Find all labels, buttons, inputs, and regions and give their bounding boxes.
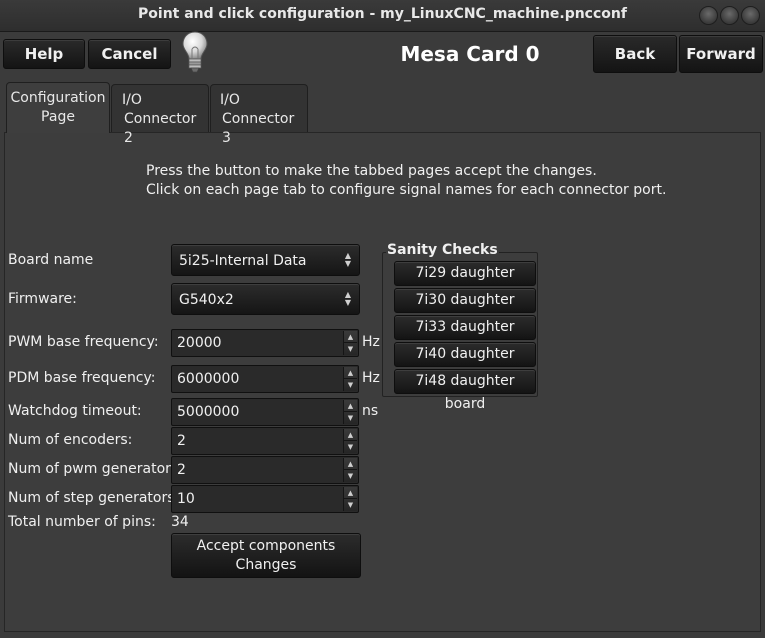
watchdog-timeout-label: Watchdog timeout: (8, 403, 142, 419)
pwm-frequency-spinner[interactable]: 20000 ▲ ▼ (171, 329, 359, 357)
spinner-buttons: ▲ ▼ (343, 367, 357, 391)
pwm-frequency-label: PWM base frequency: (8, 334, 159, 350)
watchdog-timeout-spinner[interactable]: 5000000 ▲ ▼ (171, 398, 359, 426)
sanity-7i48-button[interactable]: 7i48 daughter board (394, 369, 536, 412)
minimize-button[interactable] (699, 6, 718, 25)
step-generators-spinner[interactable]: 10 ▲ ▼ (171, 485, 359, 513)
accept-label-line1: Accept components (196, 538, 336, 554)
close-button[interactable] (741, 6, 760, 25)
firmware-value: G540x2 (179, 292, 234, 308)
tab-io-connector-3[interactable]: I/O Connector 3 (210, 84, 308, 146)
pwm-generators-label: Num of pwm generators: (8, 461, 183, 477)
watchdog-timeout-value: 5000000 (177, 404, 240, 420)
back-button[interactable]: Back (593, 35, 677, 73)
tab-label-line2: Connector 3 (222, 111, 295, 146)
increment-icon[interactable]: ▲ (344, 331, 357, 343)
pwm-generators-value: 2 (177, 462, 186, 478)
spinner-buttons: ▲ ▼ (343, 331, 357, 355)
sanity-7i33-button[interactable]: 7i33 daughter board (394, 315, 536, 358)
encoders-value: 2 (177, 433, 186, 449)
encoders-spinner[interactable]: 2 ▲ ▼ (171, 427, 359, 455)
combo-arrows-icon: ▲ ▼ (344, 251, 351, 268)
step-generators-value: 10 (177, 491, 195, 507)
cancel-button[interactable]: Cancel (88, 39, 171, 69)
maximize-button[interactable] (720, 6, 739, 25)
tab-io-connector-2[interactable]: I/O Connector 2 (111, 84, 209, 146)
decrement-icon[interactable]: ▼ (344, 499, 357, 511)
tab-configuration-page[interactable]: Configuration Page (6, 82, 110, 133)
tab-label-line1: I/O (122, 92, 142, 108)
sanity-checks-title: Sanity Checks (386, 242, 499, 258)
spinner-buttons: ▲ ▼ (343, 458, 357, 482)
page-heading: Mesa Card 0 (400, 42, 540, 66)
firmware-combo[interactable]: G540x2 ▲ ▼ (171, 283, 360, 315)
board-name-label: Board name (8, 252, 94, 268)
pwm-generators-spinner[interactable]: 2 ▲ ▼ (171, 456, 359, 484)
decrement-icon[interactable]: ▼ (344, 441, 357, 453)
instructions-text: Press the button to make the tabbed page… (146, 162, 666, 200)
help-button[interactable]: Help (3, 39, 85, 69)
spinner-buttons: ▲ ▼ (343, 487, 357, 511)
pwm-frequency-value: 20000 (177, 335, 222, 351)
total-pins-value: 34 (171, 514, 189, 530)
sanity-7i29-button[interactable]: 7i29 daughter board (394, 261, 536, 304)
board-name-combo[interactable]: 5i25-Internal Data ▲ ▼ (171, 244, 360, 276)
combo-arrows-icon: ▲ ▼ (344, 290, 351, 307)
instructions-line1: Press the button to make the tabbed page… (146, 163, 597, 179)
tab-label-line2: Connector 2 (124, 111, 197, 146)
window-title: Point and click configuration - my_Linux… (138, 6, 627, 22)
increment-icon[interactable]: ▲ (344, 429, 357, 441)
pdm-frequency-value: 6000000 (177, 371, 240, 387)
firmware-label: Firmware: (8, 291, 77, 307)
sanity-7i30-button[interactable]: 7i30 daughter board (394, 288, 536, 331)
accept-changes-button[interactable]: Accept components Changes (171, 533, 361, 578)
accept-label-line2: Changes (235, 557, 297, 573)
decrement-icon[interactable]: ▼ (344, 343, 357, 355)
pwm-frequency-unit: Hz (362, 334, 380, 350)
pdm-frequency-spinner[interactable]: 6000000 ▲ ▼ (171, 365, 359, 393)
total-pins-label: Total number of pins: (8, 514, 156, 530)
spinner-buttons: ▲ ▼ (343, 429, 357, 453)
pdm-frequency-unit: Hz (362, 370, 380, 386)
increment-icon[interactable]: ▲ (344, 487, 357, 499)
increment-icon[interactable]: ▲ (344, 400, 357, 412)
step-generators-label: Num of step generators: (8, 490, 180, 506)
lightbulb-icon[interactable] (180, 29, 210, 75)
encoders-label: Num of encoders: (8, 432, 133, 448)
instructions-line2: Click on each page tab to configure sign… (146, 182, 667, 198)
decrement-icon[interactable]: ▼ (344, 470, 357, 482)
watchdog-timeout-unit: ns (362, 403, 379, 419)
decrement-icon[interactable]: ▼ (344, 412, 357, 424)
increment-icon[interactable]: ▲ (344, 458, 357, 470)
pdm-frequency-label: PDM base frequency: (8, 370, 156, 386)
window-titlebar: Point and click configuration - my_Linux… (0, 0, 765, 32)
forward-button[interactable]: Forward (679, 35, 763, 73)
sanity-7i40-button[interactable]: 7i40 daughter board (394, 342, 536, 385)
tab-label-line1: I/O (220, 92, 240, 108)
increment-icon[interactable]: ▲ (344, 367, 357, 379)
tab-label-line1: Configuration (10, 90, 106, 106)
board-name-value: 5i25-Internal Data (179, 253, 307, 269)
spinner-buttons: ▲ ▼ (343, 400, 357, 424)
decrement-icon[interactable]: ▼ (344, 379, 357, 391)
tab-label-line2: Page (41, 109, 75, 125)
